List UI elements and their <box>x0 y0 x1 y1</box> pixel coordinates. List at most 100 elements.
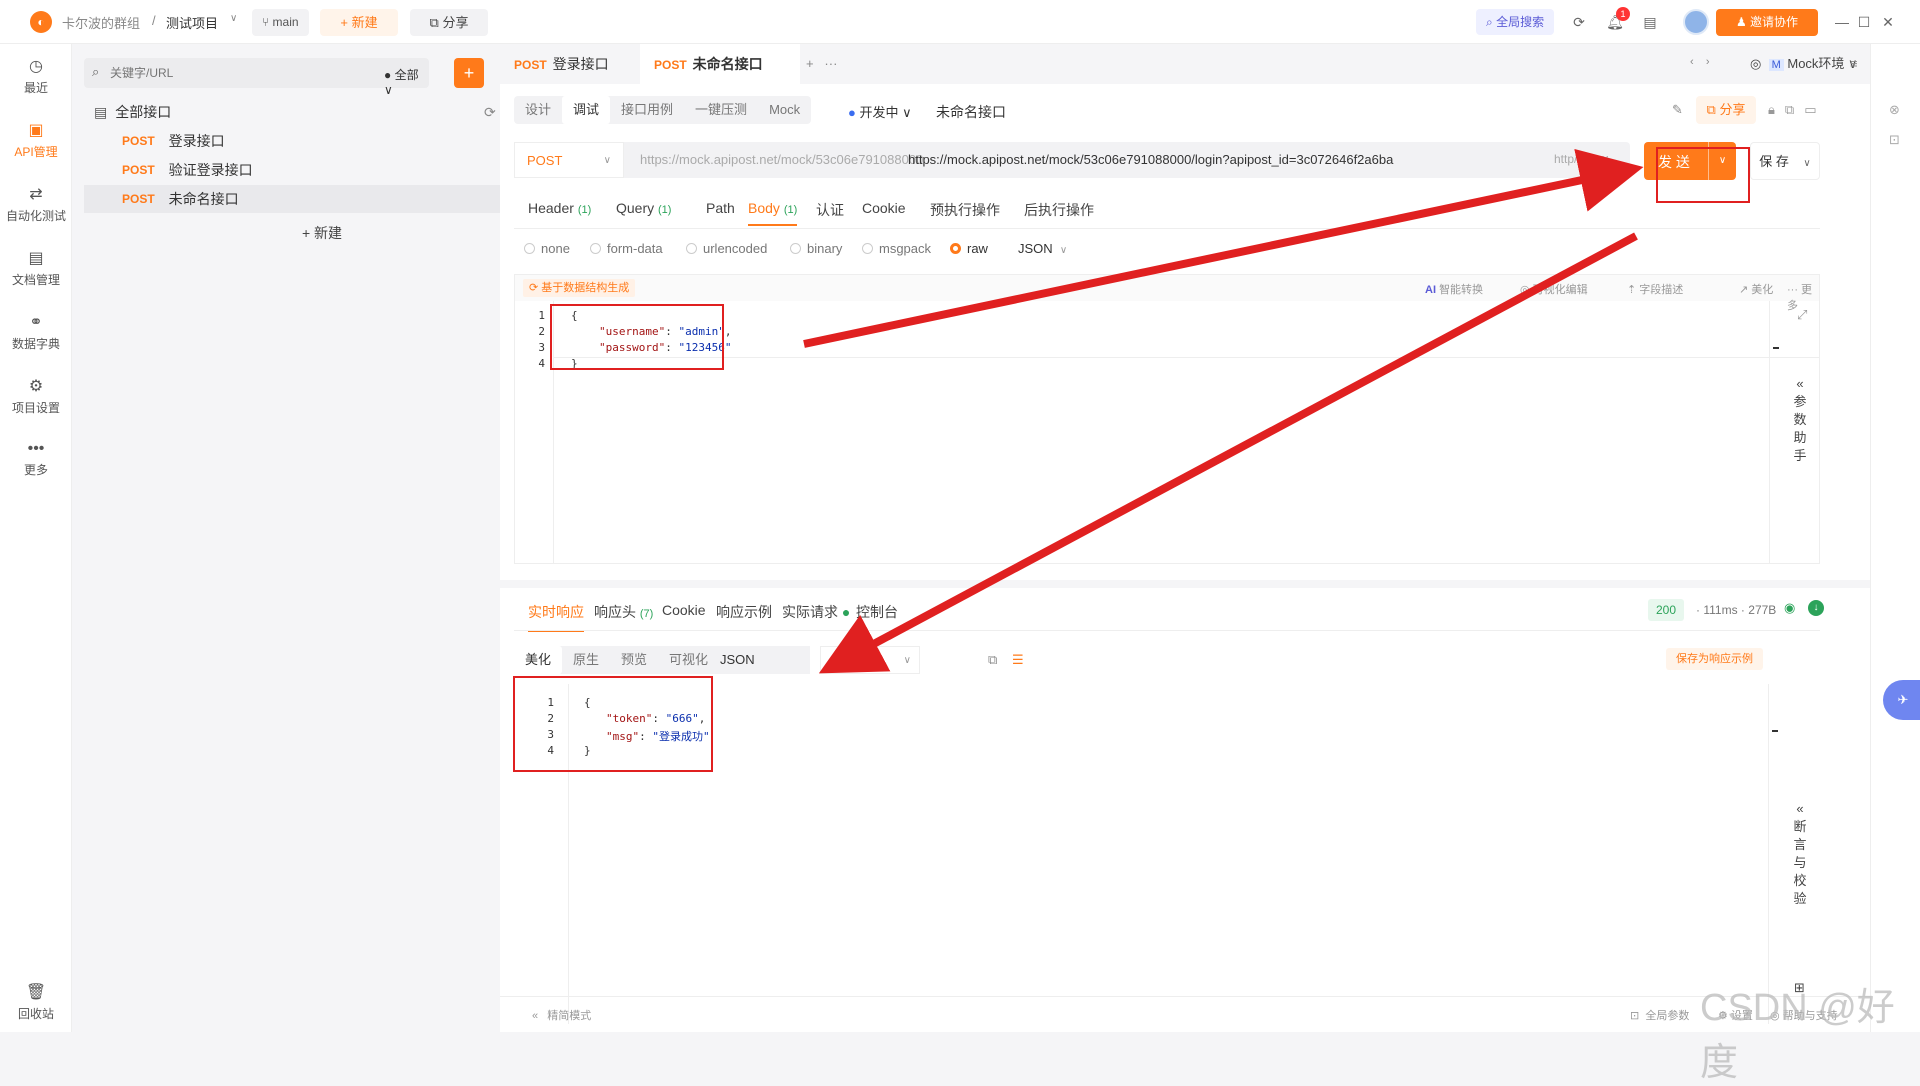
document-icon[interactable]: ▤ <box>1641 13 1659 31</box>
rail-item-dictionary[interactable]: ⚭ 数据字典 <box>0 312 72 352</box>
generate-button[interactable]: ⟳ 基于数据结构生成 <box>523 279 636 297</box>
method-select[interactable]: POST ∨ <box>514 142 624 178</box>
base-url: https://mock.apipost.net/mock/53c06e7910… <box>640 152 924 167</box>
tree-root[interactable]: ▤ 全部接口 ⟳ ⌖ ⇕ <box>94 98 570 126</box>
resp-view-preview[interactable]: 预览 <box>610 646 658 674</box>
avatar[interactable] <box>1683 9 1709 35</box>
resp-tab-examples[interactable]: 响应示例 <box>716 602 772 622</box>
invite-button[interactable]: ♟ 邀请协作 <box>1716 9 1818 36</box>
tree-item[interactable]: POST 登录接口 <box>84 127 560 155</box>
history-icon[interactable]: ⊗ <box>1889 102 1900 118</box>
chevron-down-icon[interactable]: ∨ <box>230 13 237 24</box>
new-button[interactable]: + 新建 <box>320 9 398 36</box>
resp-charset-select[interactable]: UTF-8 ∨ <box>820 646 920 674</box>
mode-debug[interactable]: 调试 <box>562 96 611 124</box>
req-tab-pre[interactable]: 预执行操作 <box>930 200 1000 220</box>
rail-item-docs[interactable]: ▤ 文档管理 <box>0 248 72 288</box>
body-type-raw[interactable]: raw <box>950 241 988 256</box>
resp-tab-actual[interactable]: 实际请求 ● <box>782 602 850 622</box>
body-type-urlencoded[interactable]: urlencoded <box>686 241 767 256</box>
field-desc-button[interactable]: ⇡ 字段描述 <box>1627 281 1683 297</box>
req-tab-query[interactable]: Query (1) <box>616 200 671 216</box>
param-helper-toggle[interactable]: «参数助手 <box>1792 375 1808 465</box>
download-icon[interactable]: ↓ <box>1808 600 1824 616</box>
team-name[interactable]: 卡尔波的群组 <box>62 13 140 32</box>
req-tab-auth[interactable]: 认证 <box>816 200 844 220</box>
visual-edit-button[interactable]: ◎ 可视化编辑 <box>1520 281 1588 297</box>
env-selector[interactable]: ◎ M Mock环境 ∨ <box>1750 52 1858 76</box>
minimize-icon[interactable]: — <box>1833 13 1851 31</box>
resp-format-select[interactable]: JSON <box>710 646 810 674</box>
mode-mock[interactable]: Mock <box>758 96 811 124</box>
simple-mode-toggle[interactable]: « 精简模式 <box>532 1007 591 1023</box>
req-tab-path[interactable]: Path <box>706 200 735 216</box>
rail-item-automation[interactable]: ⇄ 自动化测试 <box>0 184 72 224</box>
mode-design[interactable]: 设计 <box>514 96 562 124</box>
notification-badge: 1 <box>1616 7 1630 21</box>
resp-view-raw[interactable]: 原生 <box>562 646 610 674</box>
resp-tab-headers[interactable]: 响应头 (7) <box>594 602 653 622</box>
expand-icon[interactable]: ⤢ <box>1797 307 1807 323</box>
mode-stress[interactable]: 一键压测 <box>684 96 758 124</box>
global-search-button[interactable]: ⌕ 全局搜索 <box>1476 9 1555 35</box>
assert-helper-toggle[interactable]: «断言与校验 <box>1792 800 1808 908</box>
resp-tab-realtime[interactable]: 实时响应 <box>528 602 584 632</box>
api-share-button[interactable]: ⧉ 分享 <box>1696 96 1756 124</box>
resp-view-pretty[interactable]: 美化 <box>514 646 563 674</box>
search-input[interactable] <box>108 63 308 83</box>
assistant-icon[interactable]: ✈ <box>1883 680 1920 720</box>
body-type-binary[interactable]: binary <box>790 241 842 256</box>
body-type-msgpack[interactable]: msgpack <box>862 241 931 256</box>
edit-icon[interactable]: ✎ <box>1672 102 1683 118</box>
req-tab-body[interactable]: Body (1) <box>748 200 798 226</box>
close-icon[interactable]: ✕ <box>1879 13 1897 31</box>
add-tab-icon[interactable]: + ··· <box>806 56 837 71</box>
branch-selector[interactable]: ⑂ main <box>252 9 309 36</box>
divider <box>514 228 1820 229</box>
menu-icon[interactable]: ≡ <box>1850 56 1858 71</box>
body-format-select[interactable]: JSON ∨ <box>1018 241 1067 256</box>
api-name-field[interactable]: 未命名接口 <box>936 102 1006 122</box>
req-tab-header[interactable]: Header (1) <box>528 200 591 216</box>
maximize-icon[interactable]: ☐ <box>1855 13 1873 31</box>
req-tab-cookie[interactable]: Cookie <box>862 200 906 216</box>
rail-item-api[interactable]: ▣ API管理 <box>0 120 72 160</box>
req-tab-post[interactable]: 后执行操作 <box>1024 200 1094 220</box>
tree-new-button[interactable]: + 新建 <box>84 219 560 247</box>
protocol-select[interactable]: http/1.1 ∨ <box>1554 152 1609 166</box>
tab-unnamed[interactable]: POST 未命名接口 <box>640 44 800 84</box>
resp-tab-console[interactable]: 控制台 <box>856 602 898 622</box>
rail-item-more[interactable]: ••• 更多 <box>0 440 72 478</box>
top-bar: ◐ 卡尔波的群组 / 测试项目 ∨ ⑂ main + 新建 ⧉ 分享 ⌕ 全局搜… <box>0 0 1920 44</box>
api-tool-icons[interactable]: 🔒︎⧉▭ <box>1768 102 1826 118</box>
rail-item-settings[interactable]: ⚙ 项目设置 <box>0 376 72 416</box>
body-type-form-data[interactable]: form-data <box>590 241 663 256</box>
globe-icon[interactable]: ◉ <box>1784 600 1795 616</box>
save-button[interactable]: 保 存 ∨ <box>1750 142 1820 180</box>
splitter[interactable] <box>500 580 1870 588</box>
add-button[interactable]: + <box>454 58 484 88</box>
url-input[interactable]: https://mock.apipost.net/mock/53c06e7910… <box>908 152 1393 167</box>
ai-convert-button[interactable]: AI 智能转换 <box>1425 281 1483 297</box>
body-type-none[interactable]: none <box>524 241 570 256</box>
tree-item[interactable]: POST 验证登录接口 <box>84 156 560 184</box>
share-button[interactable]: ⧉ 分享 <box>410 9 488 36</box>
code-icon[interactable]: ⊡ <box>1889 132 1900 148</box>
save-example-button[interactable]: 保存为响应示例 <box>1666 648 1763 670</box>
status-select[interactable]: ● 开发中 ∨ <box>848 102 912 121</box>
refresh-icon[interactable]: ⟳ <box>1570 13 1588 31</box>
beautify-button[interactable]: ↗ 美化 <box>1739 281 1773 297</box>
filter-select[interactable]: ● 全部 ∨ <box>384 66 429 97</box>
global-params-button[interactable]: ⊡ 全局参数 <box>1630 1007 1689 1023</box>
rail-item-recent[interactable]: ◷ 最近 <box>0 56 72 96</box>
tab-nav-arrows[interactable]: ‹ › <box>1690 56 1710 68</box>
search-icon: ⌕ <box>92 64 100 79</box>
tree-item-selected[interactable]: POST 未命名接口 <box>84 185 560 213</box>
resp-tab-cookie[interactable]: Cookie <box>662 602 706 618</box>
wrap-icon[interactable]: ☰ <box>1012 652 1024 668</box>
rail-item-trash[interactable]: 🗑︎ 回收站 <box>0 982 72 1022</box>
project-name[interactable]: 测试项目 <box>166 13 218 32</box>
tab-login[interactable]: POST 登录接口 <box>500 44 623 84</box>
mode-cases[interactable]: 接口用例 <box>610 96 684 124</box>
copy-icon[interactable]: ⧉ <box>988 652 997 668</box>
